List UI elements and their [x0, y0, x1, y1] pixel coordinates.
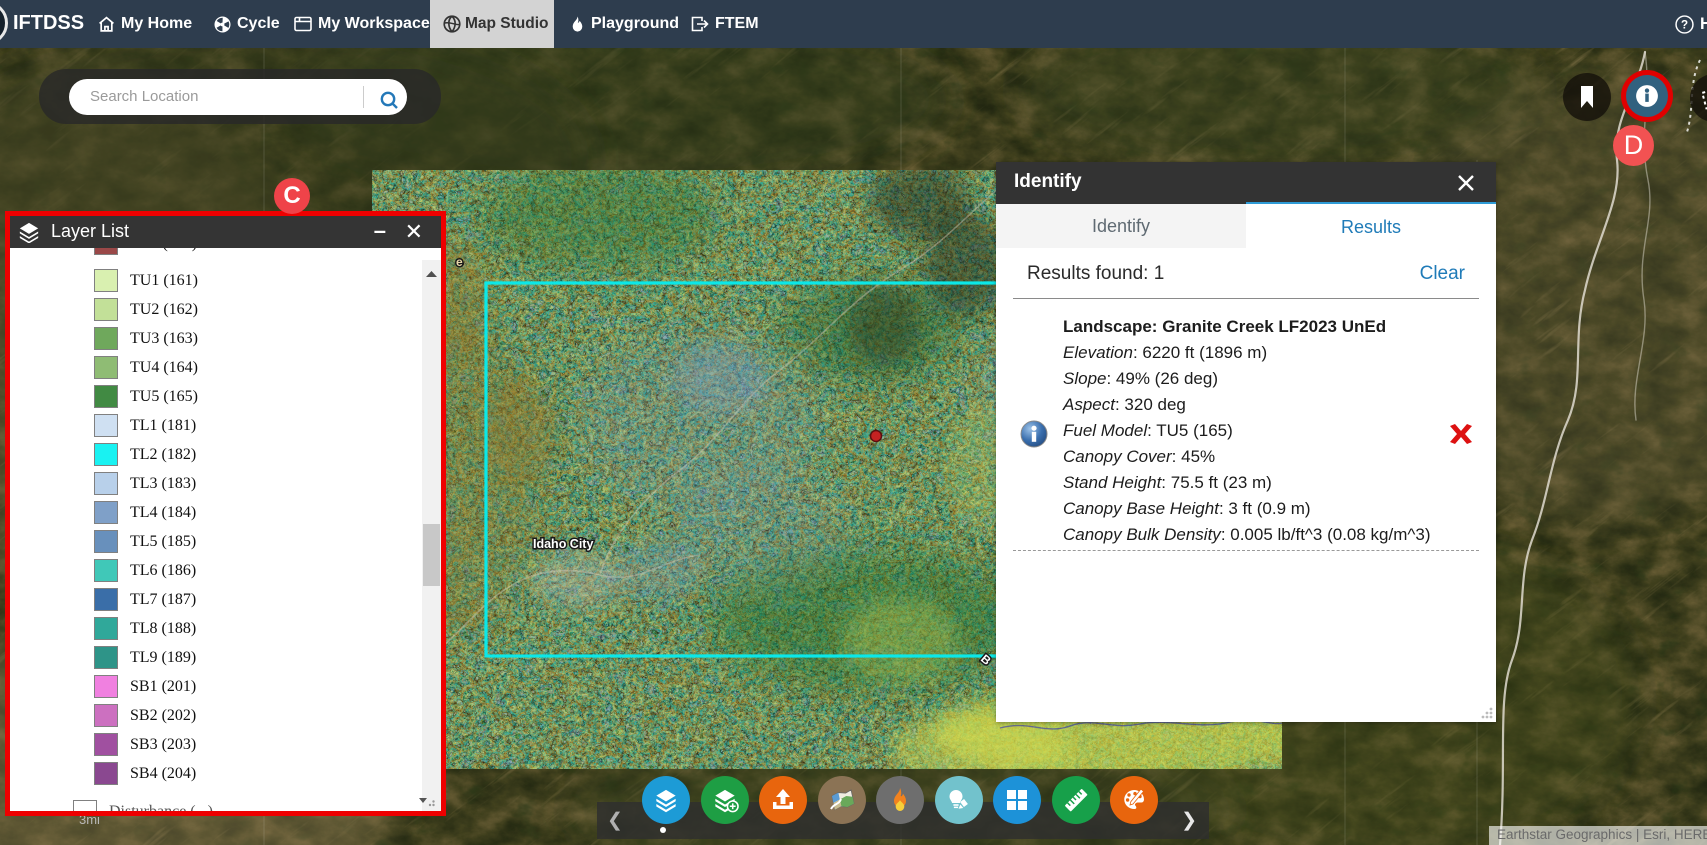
- svg-text:e: e: [456, 255, 463, 269]
- svg-text:?: ?: [1681, 18, 1688, 31]
- svg-text:Idaho City: Idaho City: [533, 537, 593, 551]
